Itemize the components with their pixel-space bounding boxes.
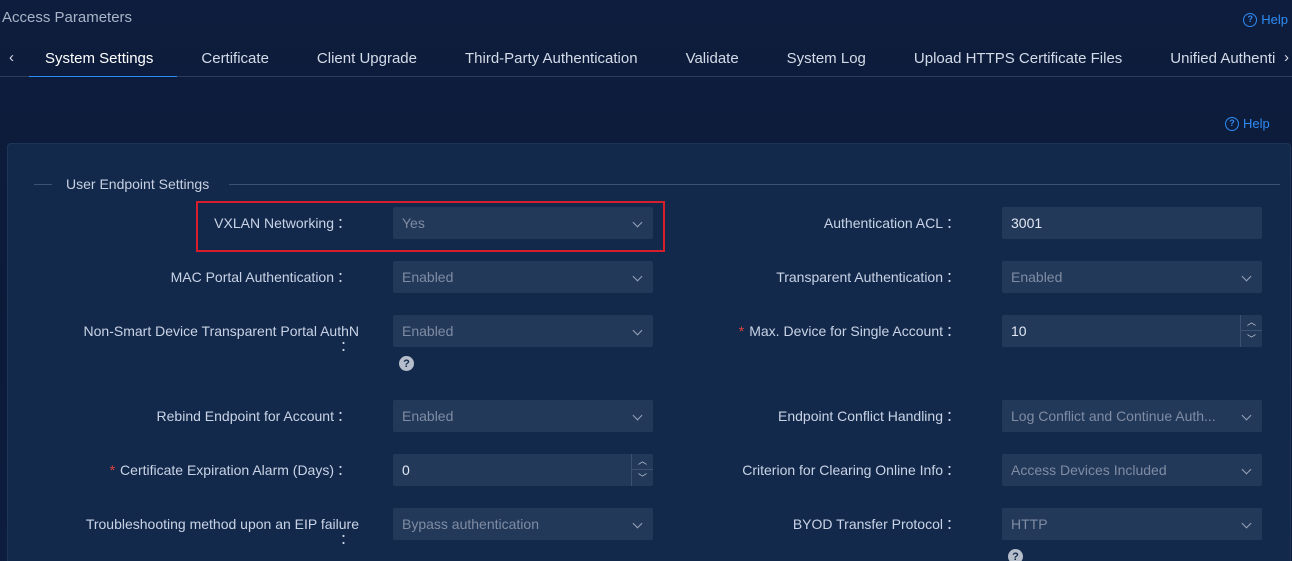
help-label: Help [1261, 12, 1288, 27]
clearing-online-info-value: Access Devices Included [1011, 462, 1167, 478]
chevron-down-icon [1241, 271, 1252, 282]
question-circle-icon: ? [1243, 12, 1258, 27]
byod-transfer-protocol-select[interactable]: HTTP [1002, 508, 1262, 540]
chevron-left-icon[interactable]: ‹ [9, 49, 14, 66]
eip-failure-label: Troubleshooting method upon an EIP failu… [85, 516, 359, 532]
byod-transfer-protocol-value: HTTP [1011, 516, 1048, 532]
chevron-down-icon [1241, 410, 1252, 421]
authentication-acl-input[interactable]: 3001 [1002, 207, 1262, 239]
help-label: Help [1243, 116, 1270, 131]
number-stepper: ︿ ﹀ [631, 454, 653, 486]
endpoint-conflict-handling-label: Endpoint Conflict Handling： [778, 408, 960, 424]
page-title: Access Parameters [2, 9, 133, 26]
non-smart-device-colon: ： [340, 338, 354, 354]
non-smart-device-label: Non-Smart Device Transparent Portal Auth… [83, 323, 359, 339]
max-device-single-account-input[interactable]: 10 ︿ ﹀ [1002, 315, 1262, 347]
tab-unified-authentication[interactable]: Unified Authenti [1146, 40, 1278, 77]
chevron-down-icon[interactable]: ﹀ [1241, 331, 1262, 347]
divider [229, 184, 1280, 185]
chevron-down-icon [632, 518, 643, 529]
tab-client-upgrade[interactable]: Client Upgrade [293, 40, 441, 77]
endpoint-conflict-handling-select[interactable]: Log Conflict and Continue Auth... [1002, 400, 1262, 432]
non-smart-device-select[interactable]: Enabled [393, 315, 653, 347]
non-smart-device-value: Enabled [402, 323, 454, 339]
transparent-authentication-value: Enabled [1011, 269, 1063, 285]
top-bar: Access Parameters ? Help [0, 0, 1292, 40]
endpoint-conflict-handling-value: Log Conflict and Continue Auth... [1011, 408, 1216, 424]
chevron-down-icon [632, 410, 643, 421]
tab-third-party-authentication[interactable]: Third-Party Authentication [441, 40, 662, 77]
divider [34, 184, 52, 185]
help-link-content[interactable]: ? Help [1225, 116, 1270, 131]
max-device-single-account-value: 10 [1011, 323, 1027, 339]
eip-failure-select[interactable]: Bypass authentication [393, 508, 653, 540]
help-link-top[interactable]: ? Help [1243, 12, 1288, 27]
chevron-down-icon [1241, 518, 1252, 529]
question-circle-icon[interactable]: ? [1008, 549, 1023, 561]
chevron-down-icon [1241, 464, 1252, 475]
certificate-expiration-alarm-label: * Certificate Expiration Alarm (Days)： [109, 462, 351, 478]
highlight-box [196, 201, 665, 252]
chevron-down-icon [632, 271, 643, 282]
chevron-down-icon[interactable]: ﹀ [632, 470, 653, 486]
rebind-endpoint-select[interactable]: Enabled [393, 400, 653, 432]
transparent-authentication-label: Transparent Authentication： [776, 269, 960, 285]
eip-failure-colon: ： [340, 531, 354, 547]
authentication-acl-label: Authentication ACL： [823, 215, 960, 231]
tab-certificate[interactable]: Certificate [177, 40, 293, 77]
tab-list: System Settings Certificate Client Upgra… [29, 40, 1278, 77]
tab-system-settings[interactable]: System Settings [29, 40, 178, 77]
chevron-up-icon[interactable]: ︿ [1241, 315, 1262, 331]
clearing-online-info-select[interactable]: Access Devices Included [1002, 454, 1262, 486]
tab-upload-https-certificate-files[interactable]: Upload HTTPS Certificate Files [890, 40, 1146, 77]
max-device-single-account-label: * Max. Device for Single Account： [738, 323, 960, 339]
tab-system-log[interactable]: System Log [763, 40, 890, 77]
mac-portal-authentication-label: MAC Portal Authentication： [170, 269, 351, 285]
rebind-endpoint-value: Enabled [402, 408, 454, 424]
chevron-up-icon[interactable]: ︿ [632, 454, 653, 470]
certificate-expiration-alarm-input[interactable]: 0 ︿ ﹀ [393, 454, 653, 486]
authentication-acl-value: 3001 [1011, 215, 1043, 231]
number-stepper: ︿ ﹀ [1240, 315, 1262, 347]
rebind-endpoint-label: Rebind Endpoint for Account： [156, 408, 351, 424]
certificate-expiration-alarm-value: 0 [402, 462, 410, 478]
section-header: User Endpoint Settings [34, 176, 1280, 192]
mac-portal-authentication-value: Enabled [402, 269, 454, 285]
tab-bar: ‹ System Settings Certificate Client Upg… [0, 40, 1292, 77]
tab-validate[interactable]: Validate [662, 40, 763, 77]
question-circle-icon: ? [1225, 116, 1239, 131]
transparent-authentication-select[interactable]: Enabled [1002, 261, 1262, 293]
byod-transfer-protocol-label: BYOD Transfer Protocol： [792, 516, 960, 532]
question-circle-icon[interactable]: ? [399, 356, 414, 371]
eip-failure-value: Bypass authentication [402, 516, 539, 532]
chevron-down-icon [632, 325, 643, 336]
mac-portal-authentication-select[interactable]: Enabled [393, 261, 653, 293]
chevron-right-icon[interactable]: › [1284, 49, 1289, 66]
section-title: User Endpoint Settings [66, 176, 210, 192]
clearing-online-info-label: Criterion for Clearing Online Info： [742, 462, 960, 478]
